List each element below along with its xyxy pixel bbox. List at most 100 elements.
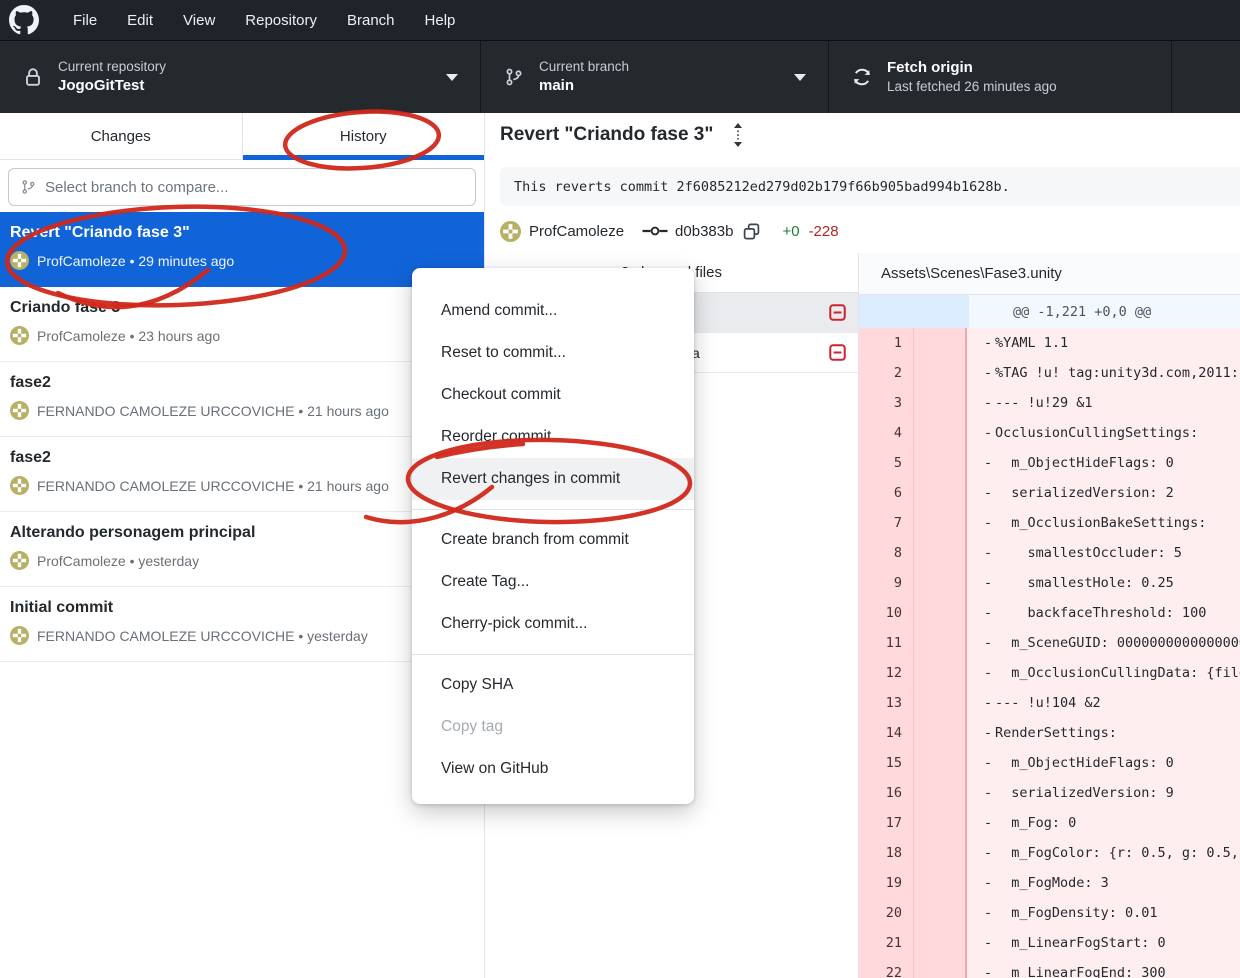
menu-item-revert-changes-in-commit[interactable]: Revert changes in commit (412, 458, 694, 500)
file-deleted-icon (829, 304, 846, 321)
diff-old-line-number: 12 (859, 658, 913, 688)
diff-line-content: - m_OcclusionBakeSettings: (967, 508, 1240, 538)
menu-item-reorder-commit[interactable]: Reorder commit (412, 416, 694, 458)
diff-line-text: serializedVersion: 9 (995, 785, 1174, 801)
diff-new-line-number (913, 658, 967, 688)
diff-old-line-number: 20 (859, 898, 913, 928)
diff-deletion-marker: - (967, 725, 995, 741)
current-repository-label: Current repository (58, 58, 166, 76)
tab-changes[interactable]: Changes (0, 113, 242, 159)
tab-history[interactable]: History (242, 113, 485, 159)
menu-file[interactable]: File (58, 3, 112, 38)
github-desktop-window: FileEditViewRepositoryBranchHelp Current… (0, 0, 1240, 978)
menu-edit[interactable]: Edit (112, 3, 168, 38)
menu-item-amend-commit[interactable]: Amend commit... (412, 290, 694, 332)
current-repository-button[interactable]: Current repository JogoGitTest (0, 41, 481, 113)
menu-item-view-on-github[interactable]: View on GitHub (412, 748, 694, 790)
diff-hunk-header: @@ -1,221 +0,0 @@ (859, 295, 1240, 328)
menu-repository[interactable]: Repository (230, 3, 332, 38)
diff-old-line-number: 18 (859, 838, 913, 868)
diff-line-content: - m_ObjectHideFlags: 0 (967, 748, 1240, 778)
diff-line: 1 -%YAML 1.1 (859, 328, 1240, 358)
diff-line: 7 - m_OcclusionBakeSettings: (859, 508, 1240, 538)
menu-item-checkout-commit[interactable]: Checkout commit (412, 374, 694, 416)
diff-new-line-number (913, 718, 967, 748)
menu-view[interactable]: View (168, 3, 230, 38)
lock-icon (22, 67, 44, 87)
menu-item-copy-sha[interactable]: Copy SHA (412, 664, 694, 706)
diff-deletion-marker: - (967, 695, 995, 711)
diff-old-line-number: 7 (859, 508, 913, 538)
commit-title: Revert "Criando fase 3" (500, 124, 713, 146)
commit-row-meta: FERNANDO CAMOLEZE URCCOVICHE • 21 hours … (10, 401, 474, 420)
current-branch-value: main (539, 76, 629, 96)
diff-old-line-number: 1 (859, 328, 913, 358)
commit-row-meta: FERNANDO CAMOLEZE URCCOVICHE • yesterday (10, 626, 474, 645)
diff-old-line-number: 19 (859, 868, 913, 898)
branch-icon (21, 179, 36, 195)
diff-file-path: Assets\Scenes\Fase3.unity (859, 253, 1240, 295)
commit-row-title: fase2 (10, 374, 474, 392)
commit-description: This reverts commit 2f6085212ed279d02b17… (500, 167, 1240, 206)
copy-sha-icon[interactable] (743, 223, 760, 240)
diff-new-line-number (913, 898, 967, 928)
menu-item-copy-tag: Copy tag (412, 706, 694, 748)
unfold-commit-summary-icon[interactable] (731, 122, 745, 148)
diff-old-line-number: 3 (859, 388, 913, 418)
diff-line: 16- serializedVersion: 9 (859, 778, 1240, 808)
commit-row-author-time: ProfCamoleze • yesterday (37, 553, 199, 569)
diff-line-content: - m_SceneGUID: 0000000000000000000000000… (967, 628, 1240, 658)
diff-line-content: - m_FogMode: 3 (967, 868, 1240, 898)
diff-old-line-number: 4 (859, 418, 913, 448)
titlebar: FileEditViewRepositoryBranchHelp (0, 0, 1240, 40)
avatar (10, 551, 29, 570)
diff-line-content: - serializedVersion: 9 (967, 778, 1240, 808)
diff-new-line-number (913, 328, 967, 358)
menu-item-create-branch-from-commit[interactable]: Create branch from commit (412, 519, 694, 561)
compare-branch-input[interactable]: Select branch to compare... (8, 168, 476, 206)
diff-line: 19 - m_FogMode: 3 (859, 868, 1240, 898)
current-repository-value: JogoGitTest (58, 76, 166, 96)
commit-author: ProfCamoleze (529, 223, 624, 240)
menu-item-cherry-pick-commit[interactable]: Cherry-pick commit... (412, 603, 694, 645)
diff-new-line-number (913, 628, 967, 658)
diff-line-text: %YAML 1.1 (995, 335, 1068, 351)
diff-line-content: - backfaceThreshold: 100 (967, 598, 1240, 628)
diff-deletion-marker: - (967, 575, 995, 591)
current-branch-button[interactable]: Current branch main (481, 41, 829, 113)
diff-hunk-text: @@ -1,221 +0,0 @@ (969, 295, 1240, 328)
fetch-origin-button[interactable]: Fetch origin Last fetched 26 minutes ago (829, 41, 1172, 113)
diff-line-text: OcclusionCullingSettings: (995, 425, 1198, 441)
diff-line-content: - smallestOccluder: 5 (967, 538, 1240, 568)
menu-item-reset-to-commit[interactable]: Reset to commit... (412, 332, 694, 374)
diff-line: 14-RenderSettings: (859, 718, 1240, 748)
file-deleted-icon (829, 344, 846, 361)
diff-line-content: ---- !u!29 &1 (967, 388, 1240, 418)
commit-row-title: fase2 (10, 449, 474, 467)
diff-line-content: - serializedVersion: 2 (967, 478, 1240, 508)
commit-row-meta: ProfCamoleze • 23 hours ago (10, 326, 474, 345)
diff-line-content: -%YAML 1.1 (967, 328, 1240, 358)
avatar (10, 326, 29, 345)
diff-new-line-number (913, 388, 967, 418)
menu-item-create-tag[interactable]: Create Tag... (412, 561, 694, 603)
diff-deletion-marker: - (967, 605, 995, 621)
diff-line-content: - m_ObjectHideFlags: 0 (967, 448, 1240, 478)
diff-deletion-marker: - (967, 785, 995, 801)
chevron-down-icon (446, 74, 458, 81)
diff-line-content: -%TAG !u! tag:unity3d.com,2011: (967, 358, 1240, 388)
diff-new-line-number (913, 838, 967, 868)
diff-line-text: --- !u!29 &1 (995, 395, 1093, 411)
avatar (10, 401, 29, 420)
diff-line: 4-OcclusionCullingSettings: (859, 418, 1240, 448)
diff-deletion-marker: - (967, 545, 995, 561)
diff-line-text: m_LinearFogStart: 0 (995, 935, 1166, 951)
diff-deletion-marker: - (967, 365, 995, 381)
diff-line: 9- smallestHole: 0.25 (859, 568, 1240, 598)
diff-line-text: m_FogMode: 3 (995, 875, 1109, 891)
diff-deletion-marker: - (967, 875, 995, 891)
menu-branch[interactable]: Branch (332, 3, 410, 38)
diff-old-line-number: 5 (859, 448, 913, 478)
menu-help[interactable]: Help (410, 3, 471, 38)
diff-new-line-number (913, 748, 967, 778)
